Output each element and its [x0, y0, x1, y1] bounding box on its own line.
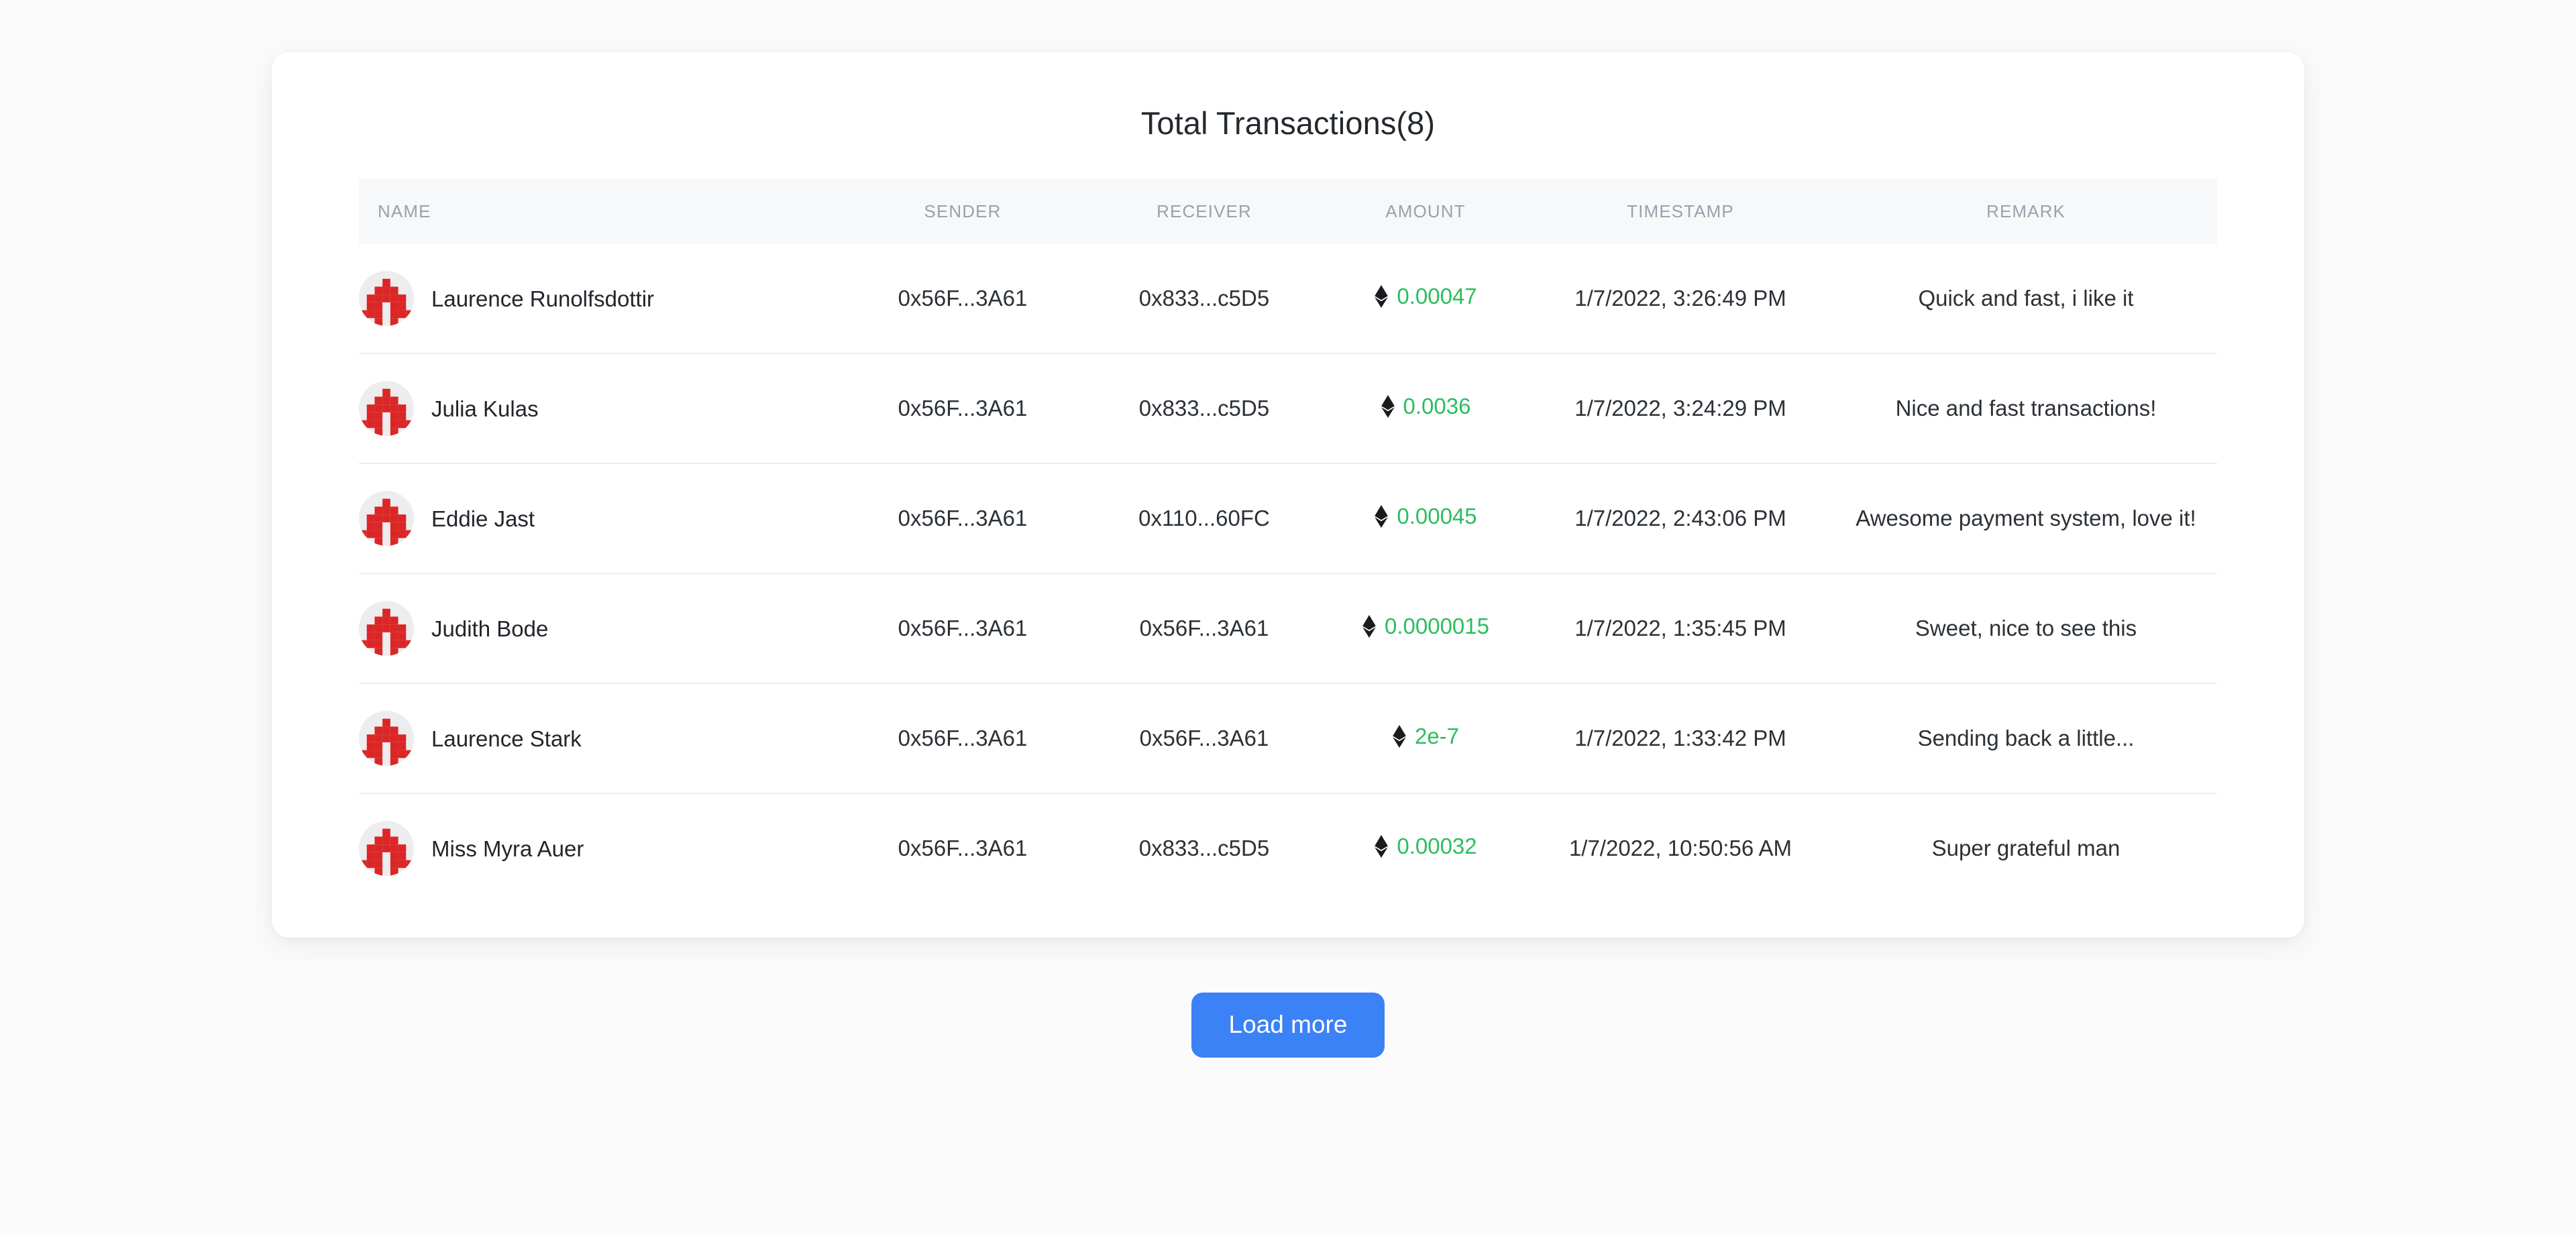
page-title: Total Transactions(8)	[1140, 105, 1436, 141]
cell-remark: Super grateful man	[1835, 793, 2217, 903]
name-label: Judith Bode	[431, 616, 549, 641]
cell-receiver: 0x833...c5D5	[1138, 286, 1270, 311]
identicon-avatar	[359, 271, 414, 326]
cell-remark: Quick and fast, i like it	[1918, 286, 2134, 311]
table-row[interactable]: Julia Kulas 0x56F...3A61 0x833...c5D5 0.003…	[359, 353, 2217, 463]
column-header-timestamp: TIMESTAMP	[1627, 201, 1734, 221]
table-row[interactable]: Laurence Stark 0x56F...3A61 0x56F...3A61 2e…	[359, 683, 2217, 793]
cell-remark: Sweet, nice to see this	[1835, 573, 2217, 683]
cell-amount: 0.00032	[1325, 793, 1526, 903]
cell-sender: 0x56F...3A61	[842, 463, 1083, 573]
amount-value: 0.0000015	[1385, 614, 1489, 638]
cell-name: Eddie Jast	[359, 463, 842, 573]
cell-timestamp: 1/7/2022, 1:33:42 PM	[1526, 683, 1835, 793]
cell-timestamp: 1/7/2022, 3:26:49 PM	[1574, 286, 1786, 311]
identicon-avatar	[359, 821, 414, 876]
cell-name: Julia Kulas	[359, 353, 842, 463]
cell-timestamp: 1/7/2022, 1:35:45 PM	[1526, 573, 1835, 683]
cell-remark: Awesome payment system, love it!	[1835, 463, 2217, 573]
name-label: Julia Kulas	[431, 396, 539, 421]
cell-receiver: 0x110...60FC	[1083, 463, 1325, 573]
identicon-avatar	[359, 491, 414, 546]
cell-name: Judith Bode	[359, 573, 842, 683]
name-label: Laurence Stark	[431, 726, 582, 751]
cell-remark: Sending back a little...	[1835, 683, 2217, 793]
cell-sender: 0x56F...3A61	[898, 286, 1028, 311]
column-header-remark: REMARK	[1986, 201, 2065, 221]
amount-value: 0.0036	[1403, 394, 1471, 418]
ethereum-icon	[1374, 505, 1389, 528]
load-more-button[interactable]: Load more	[1191, 993, 1385, 1058]
cell-timestamp: 1/7/2022, 3:24:29 PM	[1526, 353, 1835, 463]
identicon-avatar	[359, 601, 414, 656]
transactions-page: Total Transactions(8) NAME SENDER RECEIV…	[0, 0, 2576, 1236]
cell-sender: 0x56F...3A61	[842, 793, 1083, 903]
cell-sender: 0x56F...3A61	[842, 353, 1083, 463]
cell-remark: Nice and fast transactions!	[1835, 353, 2217, 463]
ethereum-icon	[1392, 725, 1407, 748]
table-header: NAME SENDER RECEIVER AMOUNT TIMESTAMP RE…	[359, 179, 2217, 244]
cell-amount: 0.00047	[1325, 244, 1526, 353]
ethereum-icon	[1374, 285, 1389, 308]
cell-sender: 0x56F...3A61	[842, 573, 1083, 683]
amount-value: 0.00045	[1397, 504, 1477, 528]
table-header-row: NAME SENDER RECEIVER AMOUNT TIMESTAMP RE…	[359, 179, 2217, 244]
transactions-table: NAME SENDER RECEIVER AMOUNT TIMESTAMP RE…	[359, 179, 2217, 903]
cell-receiver: 0x56F...3A61	[1083, 683, 1325, 793]
cell-receiver: 0x56F...3A61	[1083, 573, 1325, 683]
transactions-card: Total Transactions(8) NAME SENDER RECEIV…	[272, 52, 2304, 938]
column-header-amount: AMOUNT	[1385, 201, 1466, 221]
cell-amount: 0.0000015	[1325, 573, 1526, 683]
identicon-avatar	[359, 711, 414, 766]
column-header-name: NAME	[378, 201, 431, 221]
load-more-container: Load more	[0, 993, 2576, 1058]
cell-amount: 0.00045	[1325, 463, 1526, 573]
table-body: Laurence Runolfsdottir 0x56F...3A61 0x833.…	[359, 244, 2217, 903]
table-row[interactable]: Judith Bode 0x56F...3A61 0x56F...3A61 0.000…	[359, 573, 2217, 683]
cell-timestamp: 1/7/2022, 10:50:56 AM	[1526, 793, 1835, 903]
name-label: Eddie Jast	[431, 506, 535, 531]
ethereum-icon	[1362, 615, 1377, 638]
cell-timestamp: 1/7/2022, 2:43:06 PM	[1526, 463, 1835, 573]
identicon-avatar	[359, 381, 414, 436]
amount-value: 2e-7	[1414, 724, 1460, 748]
column-header-receiver: RECEIVER	[1157, 201, 1252, 221]
cell-receiver: 0x833...c5D5	[1083, 793, 1325, 903]
ethereum-icon	[1381, 395, 1395, 418]
ethereum-icon	[1374, 835, 1389, 858]
table-row[interactable]: Miss Myra Auer 0x56F...3A61 0x833...c5D5 0.…	[359, 793, 2217, 903]
name-label: Laurence Runolfsdottir	[431, 286, 655, 311]
cell-amount: 2e-7	[1325, 683, 1526, 793]
cell-receiver: 0x833...c5D5	[1083, 353, 1325, 463]
name-label: Miss Myra Auer	[431, 836, 584, 861]
column-header-sender: SENDER	[924, 201, 1002, 221]
cell-amount: 0.0036	[1325, 353, 1526, 463]
cell-name: Laurence Stark	[359, 683, 842, 793]
cell-name: Laurence Runolfsdottir	[359, 244, 842, 353]
cell-name: Miss Myra Auer	[359, 793, 842, 903]
table-row[interactable]: Laurence Runolfsdottir 0x56F...3A61 0x833.…	[359, 244, 2217, 353]
table-row[interactable]: Eddie Jast 0x56F...3A61 0x110...60FC 0.0004…	[359, 463, 2217, 573]
cell-sender: 0x56F...3A61	[842, 683, 1083, 793]
amount-value: 0.00032	[1397, 834, 1477, 858]
amount-value: 0.00047	[1397, 284, 1477, 308]
